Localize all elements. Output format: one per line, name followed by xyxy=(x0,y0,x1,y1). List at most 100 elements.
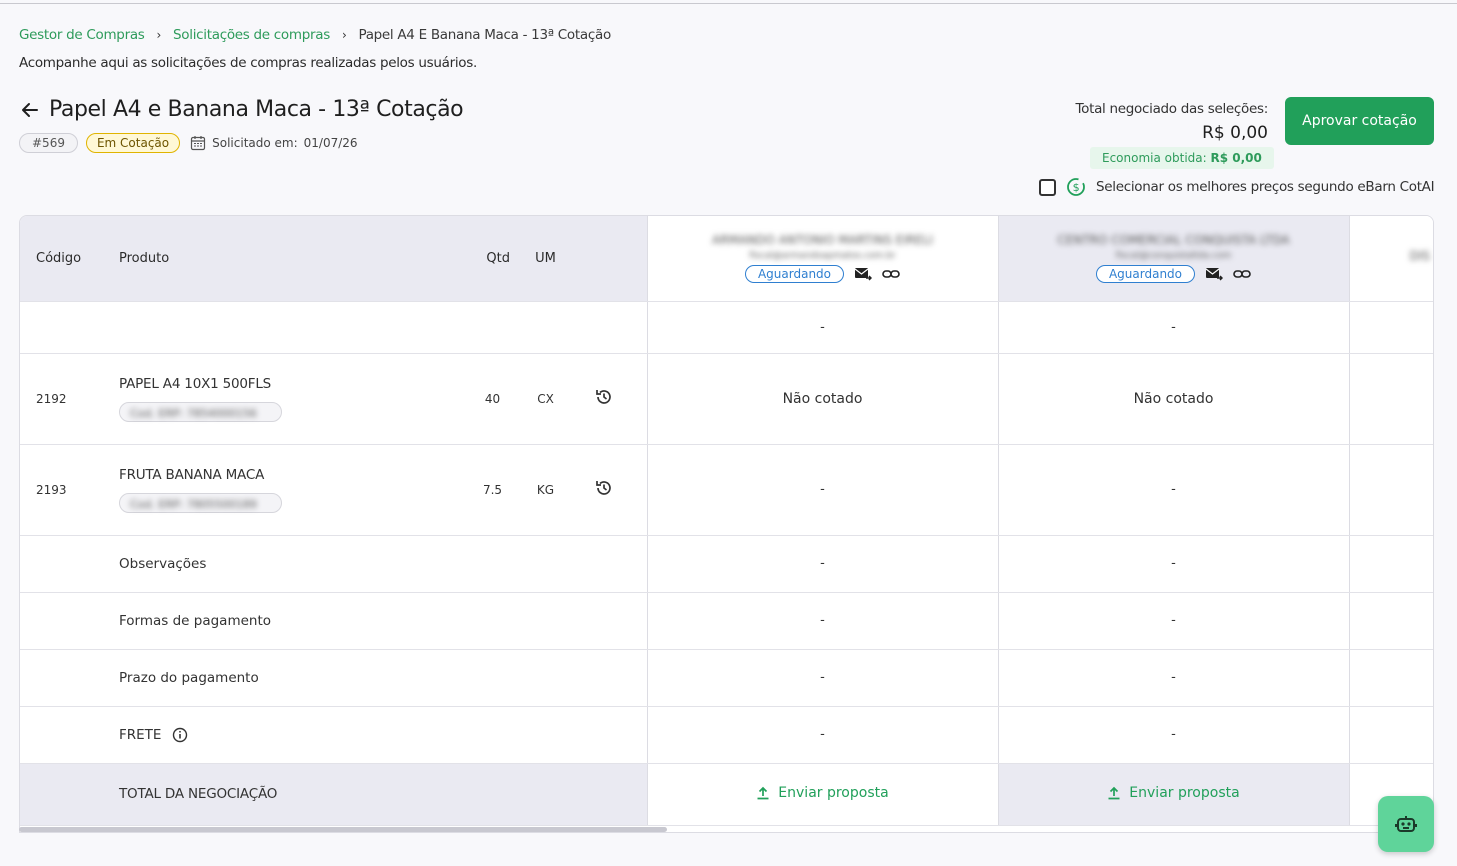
requested-date-value: 01/07/26 xyxy=(303,136,358,150)
send-proposal-cell: Enviar proposta xyxy=(646,763,998,826)
economia-label: Economia obtida: xyxy=(1102,151,1207,165)
header-qtd: Qtd xyxy=(455,216,530,302)
calendar-icon xyxy=(191,136,206,151)
product-code: 2192 xyxy=(20,353,119,445)
info-icon[interactable] xyxy=(172,727,188,743)
history-cell xyxy=(561,444,647,536)
table-row-empty: - - xyxy=(20,301,1433,354)
footer-frete-cell: FRETE xyxy=(119,706,455,764)
mail-send-icon[interactable] xyxy=(1205,266,1224,282)
requested-label: Solicitado em: xyxy=(212,136,298,150)
footer-row-frete: FRETE - - xyxy=(20,706,1433,764)
supplier-status-badge: Aguardando xyxy=(1095,265,1196,284)
page-title: Papel A4 e Banana Maca - 13ª Cotação xyxy=(49,97,464,122)
send-proposal-label: Enviar proposta xyxy=(1129,784,1240,801)
request-id-badge: #569 xyxy=(19,133,78,153)
link-icon[interactable] xyxy=(882,267,900,281)
top-divider xyxy=(0,3,1457,4)
approve-quote-button[interactable]: Aprovar cotação xyxy=(1285,97,1434,145)
header-code: Código xyxy=(20,216,119,302)
total-label: TOTAL DA NEGOCIAÇÃO xyxy=(119,763,455,826)
requested-date: Solicitado em: 01/07/26 xyxy=(190,135,358,151)
title-row: Papel A4 e Banana Maca - 13ª Cotação xyxy=(19,97,464,122)
chevron-right-icon: › xyxy=(341,28,347,42)
select-best-checkbox[interactable] xyxy=(1039,178,1056,196)
footer-label: Observações xyxy=(119,535,455,593)
breadcrumb-gestor-compras[interactable]: Gestor de Compras xyxy=(19,27,145,43)
supplier-cell: Não cotado xyxy=(646,353,998,445)
product-erp-chip: Cod. ERP: 7805500189 xyxy=(119,492,282,513)
select-best-label: Selecionar os melhores preços segundo eB… xyxy=(1096,179,1435,195)
table-row: 2193 FRUTA BANANA MACA Cod. ERP: 7805500… xyxy=(20,444,1433,536)
supplier-cell: - xyxy=(646,592,998,650)
product-cell: PAPEL A4 10X1 500FLS Cod. ERP: 785400015… xyxy=(119,353,455,445)
footer-label: FRETE xyxy=(119,726,162,743)
header-spacer xyxy=(561,216,647,302)
meta-row: #569 Em Cotação Solicitado em: 01/07/26 xyxy=(19,133,358,153)
product-qtd: 40 xyxy=(455,353,530,445)
total-row: TOTAL DA NEGOCIAÇÃO Enviar proposta Envi… xyxy=(20,763,1433,826)
supplier-cell: - xyxy=(646,535,998,593)
totals-label: Total negociado das seleções: xyxy=(1075,101,1268,117)
status-badge: Em Cotação xyxy=(85,133,181,153)
header-um: UM xyxy=(530,216,561,302)
supplier-name: DIS xyxy=(1409,249,1430,264)
totals-block: Total negociado das seleções: R$ 0,00 xyxy=(1075,101,1268,143)
chevron-right-icon: › xyxy=(156,28,162,42)
supplier-cell: - xyxy=(997,301,1349,354)
quotation-table: Código Produto Qtd UM ARMANDO ANTONIO MA… xyxy=(19,215,1434,833)
history-cell xyxy=(561,353,647,445)
supplier-cell: - xyxy=(997,649,1349,707)
supplier-email: fiscal@conquistaltda.com xyxy=(1115,251,1232,262)
supplier-status-badge: Aguardando xyxy=(744,265,845,284)
send-proposal-label: Enviar proposta xyxy=(778,784,889,801)
supplier-cell: - xyxy=(646,706,998,764)
history-icon[interactable] xyxy=(595,388,613,406)
supplier-cell: - xyxy=(997,592,1349,650)
history-icon[interactable] xyxy=(595,479,613,497)
product-um: KG xyxy=(530,444,561,536)
footer-label: Formas de pagamento xyxy=(119,592,455,650)
page-subtitle: Acompanhe aqui as solicitações de compra… xyxy=(19,55,477,71)
link-icon[interactable] xyxy=(1233,267,1251,281)
horizontal-scrollbar[interactable] xyxy=(19,827,667,832)
table-row: 2192 PAPEL A4 10X1 500FLS Cod. ERP: 7854… xyxy=(20,353,1433,445)
breadcrumb-solicitacoes[interactable]: Solicitações de compras xyxy=(173,27,330,43)
supplier-cell: - xyxy=(997,444,1349,536)
svg-text:$: $ xyxy=(1073,181,1080,194)
supplier-cell: - xyxy=(646,444,998,536)
economia-value: R$ 0,00 xyxy=(1210,151,1262,165)
send-proposal-button[interactable]: Enviar proposta xyxy=(1107,784,1240,801)
table-header-row: Código Produto Qtd UM ARMANDO ANTONIO MA… xyxy=(20,216,1433,302)
dollar-refresh-icon: $ xyxy=(1067,178,1085,196)
supplier-header-2: CENTRO COMERCIAL CONQUISTA LTDA fiscal@c… xyxy=(997,216,1349,302)
product-code: 2193 xyxy=(20,444,119,536)
select-best-prices[interactable]: $ Selecionar os melhores preços segundo … xyxy=(1039,177,1435,197)
arrow-left-icon[interactable] xyxy=(19,99,41,121)
supplier-cell: - xyxy=(997,706,1349,764)
breadcrumb-current: Papel A4 E Banana Maca - 13ª Cotação xyxy=(358,27,611,43)
supplier-cell: - xyxy=(646,649,998,707)
product-erp-chip: Cod. ERP: 7854000156 xyxy=(119,401,282,422)
upload-icon xyxy=(1108,786,1120,799)
economia-badge: Economia obtida: R$ 0,00 xyxy=(1090,147,1274,169)
product-um: CX xyxy=(530,353,561,445)
footer-row-formas-pagamento: Formas de pagamento - - xyxy=(20,592,1433,650)
supplier-cell: - xyxy=(646,301,998,354)
supplier-header-3: DIS xyxy=(1348,216,1433,302)
supplier-name: CENTRO COMERCIAL CONQUISTA LTDA xyxy=(1057,233,1290,248)
product-name: FRUTA BANANA MACA xyxy=(119,466,265,483)
chatbot-button[interactable] xyxy=(1378,796,1434,852)
totals-value: R$ 0,00 xyxy=(1202,123,1268,143)
product-cell: FRUTA BANANA MACA Cod. ERP: 7805500189 xyxy=(119,444,455,536)
supplier-email: fiscal@armandoapmatos.com.br xyxy=(749,251,896,262)
mail-send-icon[interactable] xyxy=(854,266,873,282)
supplier-name: ARMANDO ANTONIO MARTINS EIRELI xyxy=(712,233,933,248)
footer-row-prazo-pagamento: Prazo do pagamento - - xyxy=(20,649,1433,707)
breadcrumb: Gestor de Compras › Solicitações de comp… xyxy=(19,27,611,43)
send-proposal-button[interactable]: Enviar proposta xyxy=(756,784,889,801)
upload-icon xyxy=(757,786,769,799)
supplier-header-1: ARMANDO ANTONIO MARTINS EIRELI fiscal@ar… xyxy=(646,216,998,302)
product-qtd: 7.5 xyxy=(455,444,530,536)
header-product: Produto xyxy=(119,216,455,302)
